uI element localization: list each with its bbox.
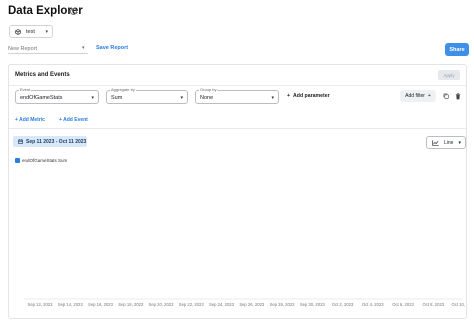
- copy-icon[interactable]: [443, 93, 449, 99]
- legend-label: endOfGameStats Sum: [22, 158, 68, 163]
- legend-swatch: [15, 158, 20, 163]
- aggregate-select-value: Sum: [111, 94, 123, 101]
- chevron-down-icon: ▾: [91, 95, 94, 101]
- x-tick-label: Oct 8, 2023: [422, 302, 444, 307]
- share-button[interactable]: Share: [445, 43, 469, 56]
- x-tick-label: Sep 24, 2023: [209, 302, 235, 307]
- add-metric-button[interactable]: + Add Metric: [15, 117, 45, 123]
- add-filter-button[interactable]: Add filter +: [400, 90, 436, 102]
- metrics-panel: Metrics and Events Apply Event endOfGame…: [8, 64, 467, 319]
- date-range-label: Sep 11 2023 - Oct 11 2023: [26, 138, 87, 145]
- cube-icon: [15, 28, 21, 35]
- divider: [9, 85, 466, 86]
- x-tick-label: Sep 26, 2023: [239, 302, 265, 307]
- chart-type-label: Line: [444, 139, 454, 146]
- report-name-input[interactable]: [8, 44, 88, 54]
- date-range-picker[interactable]: Sep 11 2023 - Oct 11 2023: [13, 136, 87, 147]
- event-select-value: endOfGameStats: [20, 94, 63, 101]
- chevron-down-icon: ▾: [180, 95, 183, 101]
- chart-type-select[interactable]: Line ▾: [426, 136, 466, 149]
- apply-button[interactable]: Apply: [438, 70, 460, 80]
- group-by-select[interactable]: Group by None ▾: [195, 87, 279, 104]
- x-tick-label: Oct 6, 2023: [392, 302, 414, 307]
- chevron-down-icon: ▾: [458, 139, 461, 146]
- group-by-select-label: Group by: [199, 87, 218, 92]
- info-icon[interactable]: i: [70, 8, 77, 15]
- plus-icon: +: [427, 93, 431, 99]
- x-tick-label: Sep 22, 2023: [179, 302, 205, 307]
- trash-icon[interactable]: [455, 93, 461, 100]
- x-tick-label: Oct 10, 2023: [452, 302, 466, 307]
- plus-icon: +: [287, 93, 291, 99]
- x-tick-label: Sep 30, 2023: [300, 302, 326, 307]
- x-tick-label: Sep 12, 2023: [28, 302, 54, 307]
- save-report-button[interactable]: Save Report: [96, 45, 128, 51]
- project-name: test: [26, 28, 35, 35]
- chevron-down-icon[interactable]: ▾: [82, 45, 85, 51]
- add-event-button[interactable]: + Add Event: [59, 117, 88, 123]
- aggregate-select-label: Aggregate by: [110, 87, 136, 92]
- divider: [9, 128, 466, 129]
- aggregate-select[interactable]: Aggregate by Sum ▾: [106, 87, 188, 104]
- x-tick-label: Oct 2, 2023: [332, 302, 354, 307]
- project-selector[interactable]: test ▾: [9, 25, 53, 38]
- event-select-label: Event: [19, 87, 32, 92]
- chart-legend[interactable]: endOfGameStats Sum: [15, 158, 67, 163]
- x-tick-label: Sep 20, 2023: [149, 302, 175, 307]
- add-parameter-button[interactable]: + Add parameter: [287, 93, 330, 99]
- group-by-select-value: None: [200, 94, 214, 101]
- line-chart-icon: [432, 139, 439, 146]
- add-filter-label: Add filter: [405, 93, 425, 99]
- line-chart: Sep 12, 2023 Sep 14, 2023 Sep 16, 2023 Sep …: [24, 298, 466, 307]
- add-event-label: Add Event: [63, 117, 88, 123]
- add-metric-label: Add Metric: [19, 117, 45, 123]
- panel-title: Metrics and Events: [15, 72, 70, 78]
- x-tick-label: Sep 14, 2023: [58, 302, 84, 307]
- add-parameter-label: Add parameter: [293, 93, 330, 99]
- chevron-down-icon: ▾: [45, 28, 48, 35]
- calendar-icon: [18, 139, 23, 144]
- x-tick-label: Sep 28, 2023: [270, 302, 296, 307]
- x-tick-label: Oct 4, 2023: [362, 302, 384, 307]
- x-tick-label: Sep 18, 2023: [118, 302, 144, 307]
- event-select[interactable]: Event endOfGameStats ▾: [15, 87, 99, 104]
- x-tick-label: Sep 16, 2023: [88, 302, 114, 307]
- chevron-down-icon: ▾: [271, 95, 274, 101]
